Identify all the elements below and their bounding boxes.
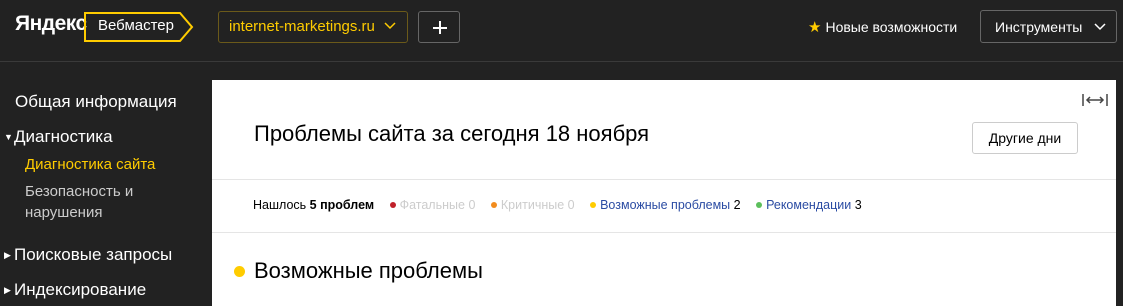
other-days-button[interactable]: Другие дни [972,122,1078,154]
problems-summary: Нашлось 5 проблем Фатальные 0 Критичные … [253,198,862,212]
new-features-label: Новые возможности [825,19,958,35]
section-title: Возможные проблемы [254,258,483,283]
triangle-down-icon: ▼ [4,132,13,142]
sidebar-item-overview[interactable]: Общая информация [15,92,177,112]
critical-status-dot [490,202,497,209]
divider [212,179,1116,180]
sidebar: Общая информация ▼Диагностика Диагностик… [0,62,212,306]
fatal-count: 0 [468,198,476,212]
recommend-status-dot [756,202,763,209]
webmaster-service-label[interactable]: Вебмастер [84,12,194,42]
chevron-down-icon [384,22,396,30]
page-title: Проблемы сайта за сегодня 18 ноября [254,121,650,146]
possible-status-dot [590,202,597,209]
possible-problems-link[interactable]: Возможные проблемы [600,198,730,212]
yandex-logo[interactable]: Яндекс [15,12,87,36]
divider [212,232,1116,233]
site-selector-value: internet-marketings.ru [229,18,375,35]
triangle-right-icon: ▶ [4,285,11,295]
sidebar-item-search-queries[interactable]: ▶ Поисковые запросы [4,245,172,265]
tools-menu-button[interactable]: Инструменты [980,10,1117,43]
site-selector[interactable]: internet-marketings.ru [218,11,408,43]
found-label: Нашлось [253,198,307,212]
critical-filter: Критичные [500,198,565,212]
fatal-status-dot [389,202,396,209]
possible-count: 2 [733,198,741,212]
found-value: 5 проблем [309,198,375,212]
possible-problems-dot-icon [234,266,245,277]
new-features-link[interactable]: ★ Новые возможности [808,18,957,36]
sidebar-item-indexing[interactable]: ▶ Индексирование [4,280,146,300]
expand-width-icon[interactable] [1082,92,1108,108]
tools-label: Инструменты [995,19,1083,35]
triangle-right-icon: ▶ [4,250,11,260]
fatal-filter: Фатальные [399,198,465,212]
star-icon: ★ [808,19,822,36]
header-bar: Яндекс Вебмастер internet-marketings.ru … [0,0,1123,55]
main-panel: Проблемы сайта за сегодня 18 ноября Друг… [212,80,1116,306]
sidebar-item-diagnostics[interactable]: ▼Диагностика [4,127,113,147]
critical-count: 0 [567,198,575,212]
webmaster-label: Вебмастер [98,17,174,34]
recommendations-link[interactable]: Рекомендации [766,198,851,212]
recommend-count: 3 [854,198,862,212]
sidebar-item-security[interactable]: Безопасность и нарушения [25,181,133,223]
add-site-button[interactable] [418,11,460,43]
sidebar-item-site-diagnostics[interactable]: Диагностика сайта [25,156,155,173]
chevron-down-icon [1094,23,1106,31]
